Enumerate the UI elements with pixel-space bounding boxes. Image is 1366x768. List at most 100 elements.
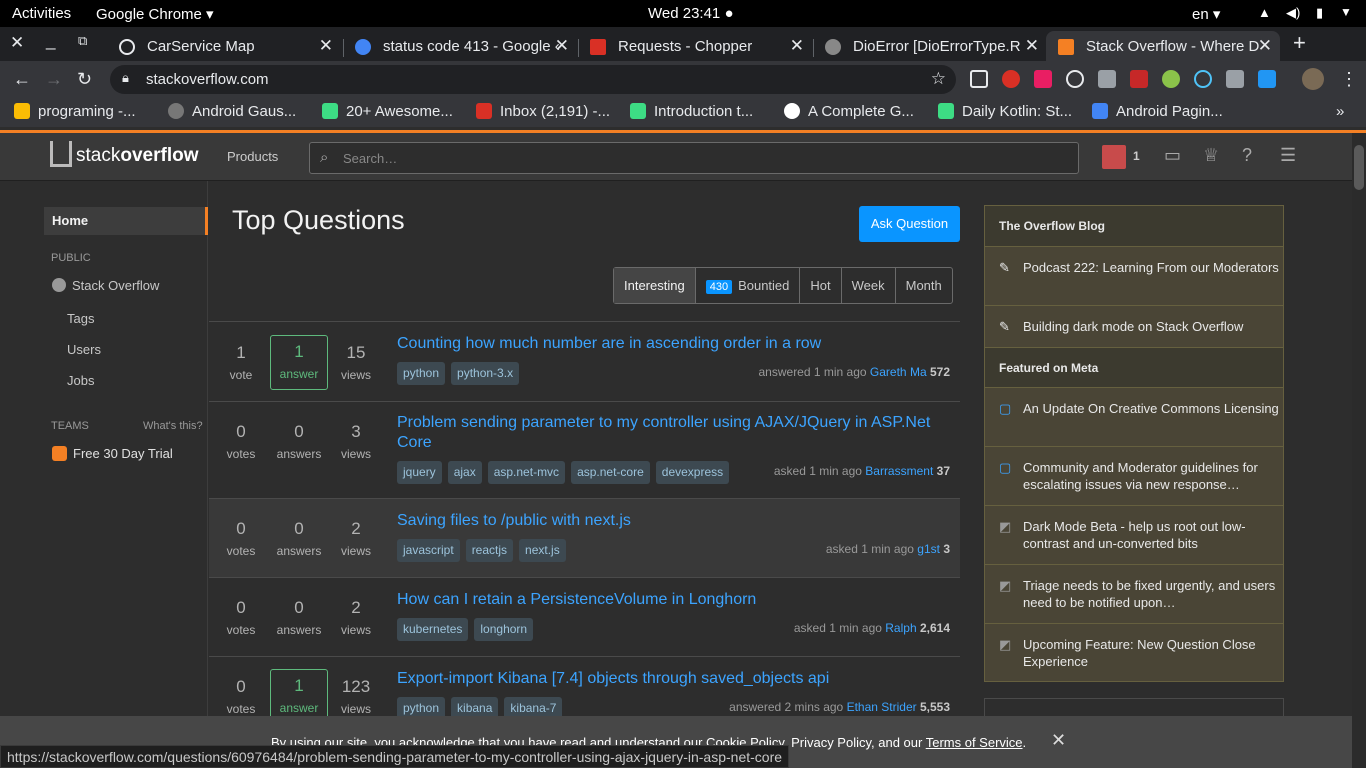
question-title-link[interactable]: Counting how much number are in ascendin… bbox=[397, 334, 942, 354]
extension-keyboard-icon[interactable] bbox=[970, 70, 988, 88]
extension-atom-icon[interactable] bbox=[1194, 70, 1212, 88]
tab-hot[interactable]: Hot bbox=[799, 268, 840, 303]
close-tab-icon[interactable]: ✕ bbox=[790, 36, 804, 56]
user-link[interactable]: Gareth Ma bbox=[870, 365, 927, 379]
extension-picker-icon[interactable] bbox=[1226, 70, 1244, 88]
profile-avatar[interactable] bbox=[1302, 68, 1324, 90]
new-tab-icon[interactable]: + bbox=[1293, 30, 1306, 56]
tab-google[interactable]: status code 413 - Google ‹ ✕ bbox=[343, 31, 577, 61]
clock[interactable]: Wed 23:41 ● bbox=[648, 5, 734, 22]
nav-jobs[interactable]: Jobs bbox=[67, 373, 94, 388]
tag[interactable]: devexpress bbox=[655, 461, 730, 484]
meta-item[interactable]: ▢ An Update On Creative Commons Licensing bbox=[985, 387, 1283, 446]
tab-chopper[interactable]: Requests - Chopper ✕ bbox=[578, 31, 812, 61]
user-link[interactable]: Ethan Strider bbox=[847, 700, 917, 714]
star-icon[interactable]: ☆ bbox=[931, 69, 946, 89]
scrollbar[interactable] bbox=[1352, 133, 1366, 768]
trophy-icon[interactable]: ♕ bbox=[1203, 145, 1219, 166]
question-title-link[interactable]: Problem sending parameter to my controll… bbox=[397, 413, 942, 453]
tab-carservice[interactable]: CarService Map ✕ bbox=[107, 31, 341, 61]
language-indicator[interactable]: en ▾ bbox=[1192, 5, 1220, 23]
close-tab-icon[interactable]: ✕ bbox=[1025, 36, 1039, 56]
extension-book-icon[interactable] bbox=[1130, 70, 1148, 88]
wifi-icon[interactable]: ▲ bbox=[1258, 5, 1271, 20]
meta-item[interactable]: ◩ Triage needs to be fixed urgently, and … bbox=[985, 564, 1283, 623]
extension-download-icon[interactable] bbox=[1098, 70, 1116, 88]
menu-dots-icon[interactable]: ⋮ bbox=[1340, 69, 1358, 90]
blog-item[interactable]: ✎ Building dark mode on Stack Overflow bbox=[985, 305, 1283, 347]
whats-this-link[interactable]: What's this? bbox=[143, 420, 203, 432]
tag[interactable]: kubernetes bbox=[397, 618, 469, 641]
tag[interactable]: jquery bbox=[397, 461, 442, 484]
tag[interactable]: longhorn bbox=[474, 618, 534, 641]
maximize-icon[interactable]: ⧉ bbox=[78, 33, 87, 49]
forward-icon[interactable]: → bbox=[45, 69, 63, 90]
close-window-icon[interactable]: ✕ bbox=[10, 33, 24, 53]
user-link[interactable]: g1st bbox=[917, 542, 940, 556]
bookmark-item[interactable]: 20+ Awesome... bbox=[322, 103, 453, 120]
activities-button[interactable]: Activities bbox=[12, 5, 71, 22]
reload-icon[interactable]: ↻ bbox=[77, 69, 92, 90]
tag[interactable]: reactjs bbox=[465, 539, 514, 562]
tab-week[interactable]: Week bbox=[840, 268, 895, 303]
nav-users[interactable]: Users bbox=[67, 342, 101, 357]
tab-bountied[interactable]: 430 Bountied bbox=[694, 268, 800, 303]
tag[interactable]: ajax bbox=[447, 461, 482, 484]
nav-tags[interactable]: Tags bbox=[67, 311, 94, 326]
extension-leaf-icon[interactable] bbox=[1162, 70, 1180, 88]
chevron-down-icon[interactable]: ▼ bbox=[1340, 5, 1352, 19]
nav-home[interactable]: Home bbox=[44, 207, 208, 235]
site-switcher-icon[interactable]: ☰ bbox=[1280, 145, 1296, 166]
bookmark-item[interactable]: programing -... bbox=[14, 103, 136, 120]
minimize-icon[interactable]: _ bbox=[46, 31, 55, 51]
nav-stack-overflow[interactable]: Stack Overflow bbox=[52, 278, 159, 293]
close-tab-icon[interactable]: ✕ bbox=[319, 36, 333, 56]
tag[interactable]: javascript bbox=[397, 539, 460, 562]
bookmark-item[interactable]: Android Gaus... bbox=[168, 103, 296, 120]
products-menu[interactable]: Products bbox=[227, 149, 278, 164]
tag[interactable]: asp.net-core bbox=[571, 461, 650, 484]
tag[interactable]: asp.net-mvc bbox=[487, 461, 566, 484]
user-link[interactable]: Barrassment bbox=[865, 464, 933, 478]
more-bookmarks-icon[interactable]: » bbox=[1336, 103, 1344, 120]
user-link[interactable]: Ralph bbox=[885, 621, 916, 635]
terms-link[interactable]: Terms of Service bbox=[926, 735, 1023, 750]
search-input[interactable]: ⌕ Search… bbox=[309, 142, 1079, 174]
tab-dioerror[interactable]: DioError [DioErrorType.R ✕ bbox=[813, 31, 1047, 61]
extension-image-icon[interactable] bbox=[1258, 70, 1276, 88]
bookmark-item[interactable]: Inbox (2,191) -... bbox=[476, 103, 610, 120]
tab-month[interactable]: Month bbox=[894, 268, 952, 303]
address-bar[interactable]: 🔒︎ stackoverflow.com ☆ bbox=[110, 65, 956, 94]
close-icon[interactable]: ✕ bbox=[1051, 730, 1066, 751]
blog-item[interactable]: ✎ Podcast 222: Learning From our Moderato… bbox=[985, 246, 1283, 305]
tag[interactable]: python bbox=[397, 362, 446, 385]
battery-icon[interactable]: ▮ bbox=[1316, 5, 1323, 21]
avatar[interactable] bbox=[1102, 145, 1126, 169]
bookmark-item[interactable]: A Complete G... bbox=[784, 103, 914, 120]
back-icon[interactable]: ← bbox=[13, 69, 31, 90]
tab-interesting[interactable]: Interesting bbox=[614, 268, 695, 303]
app-menu[interactable]: Google Chrome ▾ bbox=[96, 5, 214, 23]
extension-off-icon[interactable] bbox=[1002, 70, 1020, 88]
extension-pen-icon[interactable] bbox=[1034, 70, 1052, 88]
meta-item[interactable]: ▢ Community and Moderator guidelines for … bbox=[985, 446, 1283, 505]
question-title-link[interactable]: How can I retain a PersistenceVolume in … bbox=[397, 590, 942, 610]
question-title-link[interactable]: Export-import Kibana [7.4] objects throu… bbox=[397, 669, 942, 689]
close-tab-icon[interactable]: ✕ bbox=[1258, 36, 1272, 56]
free-trial-link[interactable]: Free 30 Day Trial bbox=[52, 446, 173, 461]
meta-item[interactable]: ◩ Dark Mode Beta - help us root out low-c… bbox=[985, 505, 1283, 564]
inbox-icon[interactable]: ▭ bbox=[1164, 145, 1181, 166]
extension-circle-icon[interactable] bbox=[1066, 70, 1084, 88]
volume-icon[interactable]: ◀) bbox=[1286, 5, 1300, 21]
ask-question-button[interactable]: Ask Question bbox=[859, 206, 960, 242]
bookmark-item[interactable]: Introduction t... bbox=[630, 103, 753, 120]
tag[interactable]: python-3.x bbox=[451, 362, 520, 385]
tag[interactable]: next.js bbox=[519, 539, 566, 562]
tab-stackoverflow[interactable]: Stack Overflow - Where D ✕ bbox=[1046, 31, 1280, 61]
close-tab-icon[interactable]: ✕ bbox=[555, 36, 569, 56]
so-logo[interactable]: stackoverflow bbox=[50, 141, 198, 167]
bookmark-item[interactable]: Android Pagin... bbox=[1092, 103, 1223, 120]
bookmark-item[interactable]: Daily Kotlin: St... bbox=[938, 103, 1072, 120]
scrollbar-thumb[interactable] bbox=[1354, 145, 1364, 190]
help-icon[interactable]: ? bbox=[1242, 145, 1252, 166]
